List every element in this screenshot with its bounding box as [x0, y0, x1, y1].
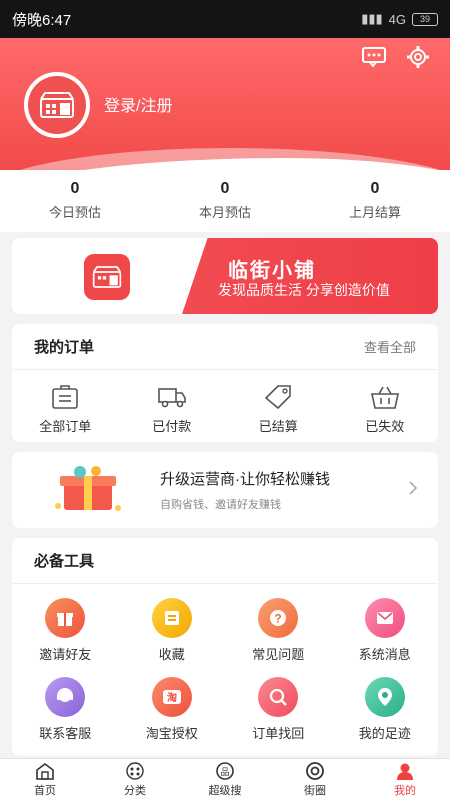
- tab-label: 首页: [34, 784, 56, 797]
- stat-label: 今日预估: [48, 205, 101, 220]
- tools-card: 必备工具 邀请好友 收藏 ? 常见问题 系统消息 联系客服 淘 淘宝授权 订单找…: [12, 538, 438, 756]
- tab-street-circle[interactable]: 街圈: [270, 759, 360, 800]
- tool-label: 常见问题: [252, 647, 305, 662]
- tool-order-retrieve[interactable]: 订单找回: [225, 677, 332, 742]
- signal-icon: ▮▮▮: [361, 11, 383, 26]
- stat-today[interactable]: 0 今日预估: [0, 170, 150, 232]
- upgrade-subtitle: 自购省钱、邀请好友赚钱: [160, 499, 281, 511]
- earnings-stats: 0 今日预估 0 本月预估 0 上月结算: [0, 170, 450, 232]
- tool-label: 联系客服: [39, 726, 92, 741]
- tool-label: 邀请好友: [39, 647, 92, 662]
- view-all-orders-link[interactable]: 查看全部: [364, 337, 416, 356]
- gift-icon: [45, 598, 86, 638]
- shop-banner[interactable]: 临街小铺 发现品质生活 分享创造价值: [12, 238, 438, 314]
- stat-month[interactable]: 0 本月预估: [150, 170, 300, 232]
- tool-label: 系统消息: [358, 647, 411, 662]
- stat-value: 0: [370, 180, 380, 197]
- order-label: 已付款: [152, 419, 192, 434]
- tool-invite-friends[interactable]: 邀请好友: [12, 598, 119, 663]
- question-icon: ?: [258, 598, 299, 638]
- order-label: 全部订单: [39, 419, 92, 434]
- orders-title: 我的订单: [34, 339, 95, 356]
- service-icon: [45, 677, 86, 717]
- order-label: 已结算: [258, 419, 298, 434]
- banner-subtitle: 发现品质生活 分享创造价值: [218, 282, 390, 298]
- tools-title: 必备工具: [34, 553, 95, 570]
- tab-home[interactable]: 首页: [0, 759, 90, 800]
- tab-super-search[interactable]: 品 超级搜: [180, 759, 270, 800]
- gift-box-illustration: [55, 466, 121, 511]
- tool-label: 我的足迹: [358, 726, 411, 741]
- bottom-tab-bar: 首页 分类 品 超级搜 街圈 我的: [0, 758, 450, 800]
- category-icon: [126, 761, 144, 780]
- chevron-right-icon: [409, 481, 418, 495]
- settings-gear-icon[interactable]: [406, 46, 430, 68]
- status-bar: 傍晚6:47 ▮▮▮ 4G 39: [0, 0, 450, 38]
- svg-text:淘: 淘: [167, 691, 177, 704]
- tool-label: 订单找回: [252, 726, 305, 741]
- stat-value: 0: [70, 180, 80, 197]
- tool-favorites[interactable]: 收藏: [119, 598, 226, 663]
- basket-icon: [370, 386, 399, 409]
- stat-label: 上月结算: [348, 205, 401, 220]
- avatar[interactable]: [24, 72, 90, 138]
- tab-label: 超级搜: [208, 784, 242, 797]
- login-register-link[interactable]: 登录/注册: [104, 92, 172, 116]
- location-icon: [364, 677, 405, 717]
- upgrade-title: 升级运营商·让你轻松赚钱: [160, 471, 330, 488]
- my-orders-card: 我的订单 查看全部 全部订单 已付款 已结算 已失效: [12, 324, 438, 442]
- tab-label: 我的: [394, 784, 416, 797]
- svg-text:品: 品: [220, 767, 229, 778]
- profile-header: 登录/注册: [0, 38, 450, 188]
- tag-icon: [265, 385, 292, 410]
- tool-system-messages[interactable]: 系统消息: [332, 598, 439, 663]
- order-label: 已失效: [365, 419, 405, 434]
- stat-last-month[interactable]: 0 上月结算: [300, 170, 450, 232]
- upgrade-card[interactable]: 升级运营商·让你轻松赚钱 自购省钱、邀请好友赚钱: [12, 452, 438, 528]
- network-label: 4G: [388, 11, 406, 27]
- order-all[interactable]: 全部订单: [12, 370, 119, 435]
- home-icon: [36, 762, 54, 780]
- tab-label: 分类: [124, 784, 146, 797]
- tool-label: 淘宝授权: [145, 726, 198, 741]
- order-paid[interactable]: 已付款: [119, 370, 226, 435]
- shop-logo-icon: [84, 254, 130, 300]
- tab-label: 街圈: [304, 784, 326, 797]
- tab-mine[interactable]: 我的: [360, 759, 450, 800]
- list-icon: [52, 385, 79, 409]
- svg-text:?: ?: [275, 612, 282, 626]
- message-icon[interactable]: [362, 46, 386, 68]
- banner-title: 临街小铺: [228, 260, 316, 282]
- battery-icon: 39: [412, 12, 438, 26]
- tool-faq[interactable]: ? 常见问题: [225, 598, 332, 663]
- user-icon: [397, 763, 413, 780]
- mail-icon: [364, 598, 405, 638]
- order-invalid[interactable]: 已失效: [332, 370, 439, 435]
- stat-value: 0: [220, 180, 230, 197]
- search-icon: [258, 677, 299, 717]
- tool-my-footprint[interactable]: 我的足迹: [332, 677, 439, 742]
- stat-label: 本月预估: [198, 205, 251, 220]
- order-settled[interactable]: 已结算: [225, 370, 332, 435]
- tool-contact-service[interactable]: 联系客服: [12, 677, 119, 742]
- tool-label: 收藏: [158, 647, 185, 662]
- truck-icon: [157, 388, 186, 408]
- taobao-icon: 淘: [151, 677, 192, 717]
- tab-category[interactable]: 分类: [90, 759, 180, 800]
- bookmark-icon: [151, 598, 192, 638]
- search-icon: 品: [216, 761, 234, 780]
- circle-icon: [306, 761, 324, 780]
- tool-taobao-auth[interactable]: 淘 淘宝授权: [119, 677, 226, 742]
- status-time: 傍晚6:47: [12, 11, 72, 29]
- shop-logo-icon: [28, 76, 86, 134]
